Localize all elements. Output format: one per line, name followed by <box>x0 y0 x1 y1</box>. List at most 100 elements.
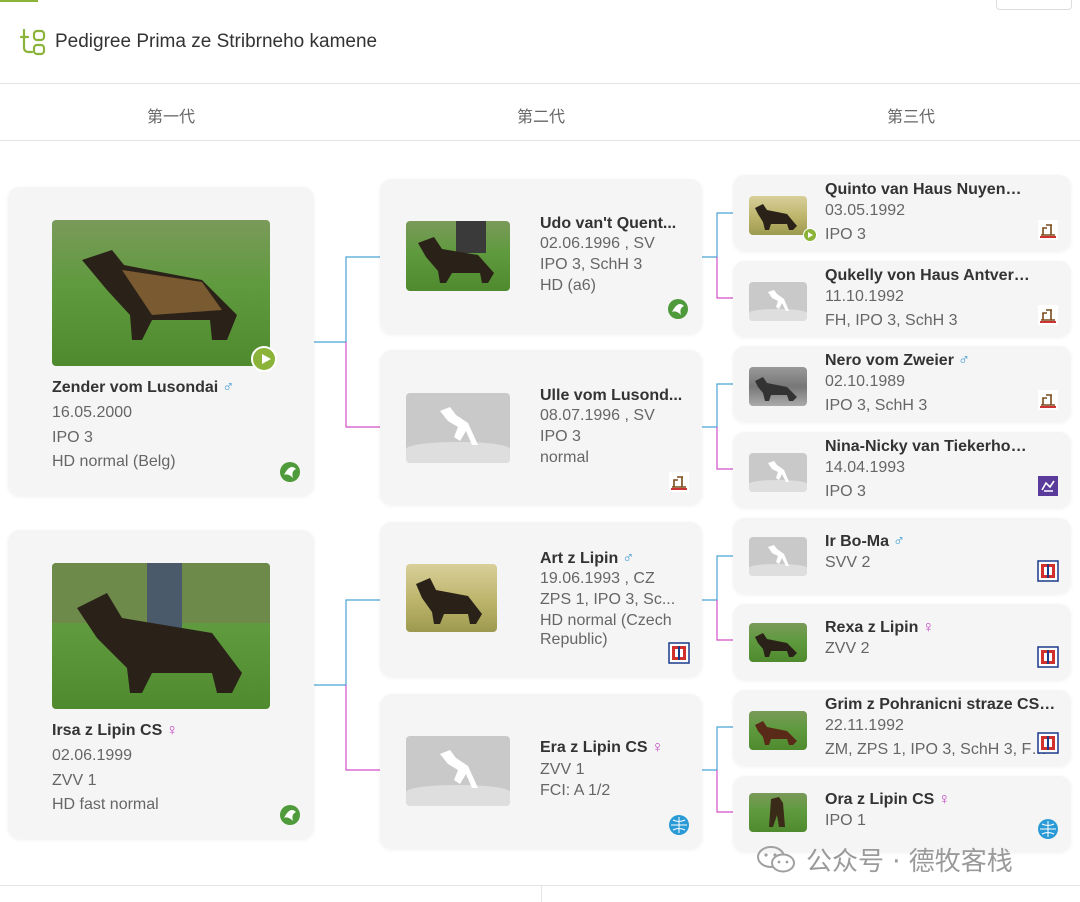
male-symbol-icon: ♂ <box>957 352 970 369</box>
dog-info-line: ZVV 2 <box>825 640 870 657</box>
pedigree-card-sire-sire[interactable]: Udo van't Quent... 02.06.1996 , SV IPO 3… <box>380 179 702 334</box>
club-badge-sv-icon[interactable] <box>668 471 690 493</box>
club-badge-fci-icon[interactable] <box>668 814 690 836</box>
dog-info-line: HD (a6) <box>540 277 597 294</box>
dog-info-line: ZPS 1, IPO 3, Sc... <box>540 591 676 608</box>
generation-header: 第一代 第二代 第三代 <box>0 84 1080 141</box>
dog-info-line: IPO 3, SchH 3 <box>825 397 928 414</box>
dog-info-line: 19.06.1993 , CZ <box>540 570 655 587</box>
dog-info-line: IPO 1 <box>825 812 866 829</box>
dog-info-line: IPO 3 <box>540 428 581 445</box>
club-badge-green-icon[interactable] <box>667 298 689 320</box>
generation-2-label: 第二代 <box>516 109 566 126</box>
dog-info-line: 22.11.1992 <box>825 717 904 734</box>
club-badge-cz-icon[interactable] <box>668 642 690 664</box>
club-badge-cz-icon[interactable] <box>1037 560 1059 582</box>
dog-name-link[interactable]: Nero vom Zweier ♂ <box>825 352 1030 370</box>
dog-info-line: ZVV 1 <box>52 771 97 789</box>
generation-1-label: 第一代 <box>146 109 196 126</box>
dog-info-line: HD normal (Czech <box>540 612 672 629</box>
dog-photo[interactable] <box>52 220 270 366</box>
dog-name-link[interactable]: Ir Bo-Ma ♂ <box>825 533 1030 551</box>
male-symbol-icon: ♂ <box>893 533 905 550</box>
dog-placeholder-image[interactable] <box>406 393 510 463</box>
dog-info-line: 16.05.2000 <box>52 404 133 421</box>
pedigree-card-sire-dam[interactable]: Ulle vom Lusond... 08.07.1996 , SV IPO 3… <box>380 350 702 505</box>
dog-name-link[interactable]: Udo van't Quent... <box>540 215 690 233</box>
watermark-text: 公众号 · 德牧客栈 <box>806 846 1013 877</box>
dog-info-line: IPO 3 <box>825 483 866 500</box>
dog-info-line: 02.06.1999 <box>52 747 133 764</box>
dog-photo[interactable] <box>406 564 497 632</box>
male-symbol-icon: ♂ <box>222 379 235 396</box>
club-badge-green-icon[interactable] <box>279 804 301 826</box>
club-badge-sv-icon[interactable] <box>1037 389 1059 411</box>
dog-name-link[interactable]: Rexa z Lipin ♀ <box>825 619 1030 637</box>
dog-info-line: IPO 3, SchH 3 <box>540 256 643 273</box>
pedigree-card-gen3-3[interactable]: Nero vom Zweier ♂ 02.10.1989 IPO 3, SchH … <box>733 346 1071 422</box>
pedigree-card-gen3-4[interactable]: Nina-Nicky van Tiekerhook♀ 14.04.1993 IP… <box>733 432 1071 508</box>
dog-photo[interactable] <box>749 367 807 406</box>
video-play-icon[interactable] <box>251 346 277 372</box>
page-title: Pedigree Prima ze Stribrneho kamene <box>55 31 378 52</box>
dog-name-link[interactable]: Qukelly von Haus Antverpa♀ <box>825 267 1030 285</box>
dog-photo[interactable] <box>52 563 270 709</box>
dog-name-link[interactable]: Quinto van Haus Nuyens ♂ <box>825 181 1030 199</box>
club-badge-purple-icon[interactable] <box>1037 475 1059 497</box>
dog-name-link[interactable]: Zender vom Lusondai ♂ <box>52 379 302 397</box>
pedigree-card-gen3-5[interactable]: Ir Bo-Ma ♂ SVV 2 <box>733 518 1071 594</box>
dog-info-line: HD fast normal <box>52 796 159 813</box>
pedigree-card-dam[interactable]: Irsa z Lipin CS ♀ 02.06.1999 ZVV 1 HD fas… <box>8 530 314 839</box>
dog-info-line: 03.05.1992 <box>825 202 906 219</box>
pedigree-card-gen3-2[interactable]: Qukelly von Haus Antverpa♀ 11.10.1992 FH… <box>733 261 1071 337</box>
female-symbol-icon: ♀ <box>938 791 951 808</box>
generation-3-label: 第三代 <box>886 109 936 126</box>
dog-photo[interactable] <box>749 196 807 235</box>
dog-info-line: 08.07.1996 , SV <box>540 407 655 424</box>
dog-name-link[interactable]: Irsa z Lipin CS ♀ <box>52 722 302 740</box>
dog-info-line: 02.06.1996 , SV <box>540 235 655 252</box>
pedigree-card-dam-dam[interactable]: Era z Lipin CS ♀ ZVV 1 FCI: A 1/2 <box>380 694 702 849</box>
dog-info-line: SVV 2 <box>825 554 871 571</box>
pedigree-card-gen3-1[interactable]: Quinto van Haus Nuyens ♂ 03.05.1992 IPO 3 <box>733 175 1071 251</box>
footer-column-divider <box>541 885 542 902</box>
dog-info-line: 14.04.1993 <box>825 459 906 476</box>
dog-photo[interactable] <box>749 793 807 832</box>
dog-placeholder-image[interactable] <box>749 537 807 576</box>
female-symbol-icon: ♀ <box>922 619 935 636</box>
dog-info-line: FH, IPO 3, SchH 3 <box>825 312 958 329</box>
dog-info-line: IPO 3 <box>825 226 866 243</box>
dog-placeholder-image[interactable] <box>749 282 807 321</box>
pedigree-card-gen3-7[interactable]: Grim z Pohranicni straze CS (... 22.11.1… <box>733 690 1071 766</box>
dog-placeholder-image[interactable] <box>406 736 510 806</box>
pedigree-tree-icon <box>20 28 46 56</box>
dog-name-link[interactable]: Art z Lipin ♂ <box>540 550 690 568</box>
footer-divider <box>0 885 1080 886</box>
club-badge-green-icon[interactable] <box>279 461 301 483</box>
male-symbol-icon: ♂ <box>622 550 635 567</box>
dog-placeholder-image[interactable] <box>749 453 807 492</box>
female-symbol-icon: ♀ <box>166 722 179 739</box>
club-badge-cz-icon[interactable] <box>1037 732 1059 754</box>
club-badge-sv-icon[interactable] <box>1037 304 1059 326</box>
dog-name-link[interactable]: Era z Lipin CS ♀ <box>540 739 690 757</box>
wechat-icon <box>757 846 795 873</box>
pedigree-card-sire[interactable]: Zender vom Lusondai ♂ 16.05.2000 IPO 3 HD… <box>8 187 314 496</box>
dog-name-link[interactable]: Ora z Lipin CS ♀ <box>825 791 1030 809</box>
dog-name-link[interactable]: Ulle vom Lusond... <box>540 387 690 405</box>
club-badge-cz-icon[interactable] <box>1037 646 1059 668</box>
pedigree-card-gen3-6[interactable]: Rexa z Lipin ♀ ZVV 2 <box>733 604 1071 680</box>
club-badge-fci-icon[interactable] <box>1037 818 1059 840</box>
dog-name-link[interactable]: Nina-Nicky van Tiekerhook♀ <box>825 438 1030 456</box>
club-badge-sv-icon[interactable] <box>1037 219 1059 241</box>
watermark: 公众号 · 德牧客栈 <box>756 842 1013 877</box>
female-symbol-icon: ♀ <box>651 739 664 756</box>
dog-name-link[interactable]: Grim z Pohranicni straze CS (... <box>825 696 1057 714</box>
dog-photo[interactable] <box>749 623 807 662</box>
dog-photo[interactable] <box>749 711 807 750</box>
video-play-icon[interactable] <box>803 228 817 242</box>
pedigree-card-dam-sire[interactable]: Art z Lipin ♂ 19.06.1993 , CZ ZPS 1, IPO … <box>380 522 702 677</box>
page-header: Pedigree Prima ze Stribrneho kamene <box>0 0 1080 84</box>
dog-info-line: ZM, ZPS 1, IPO 3, SchH 3, FH ... <box>825 741 1057 758</box>
dog-photo[interactable] <box>406 221 510 291</box>
